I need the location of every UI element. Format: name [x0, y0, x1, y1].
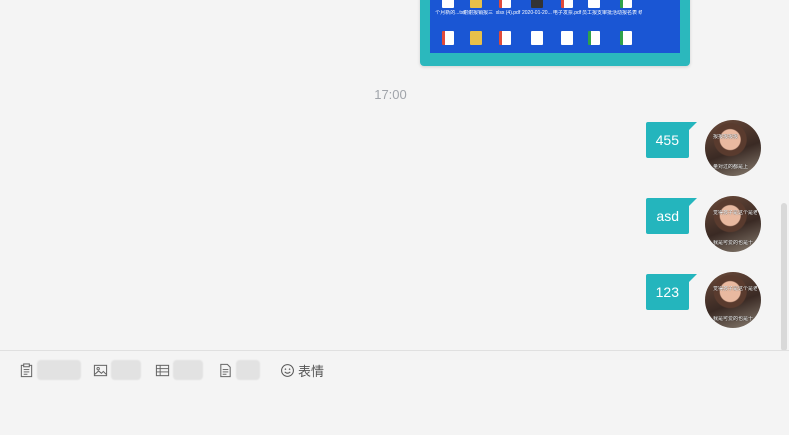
file-icon: [442, 0, 454, 8]
blurred-label: [37, 360, 81, 380]
chat-message-area[interactable]: 个月新的...txt 谢谢报销报三中 的汇报表... xlsx (4).pdf …: [0, 0, 789, 350]
document-tool-button[interactable]: [218, 360, 260, 380]
message-bubble[interactable]: 123: [645, 274, 698, 310]
table-icon: [155, 364, 170, 376]
avatar-caption: 我是可爱的也是十: [713, 240, 754, 246]
archive-icon: [470, 31, 482, 45]
screenshot-image-message[interactable]: 个月新的...txt 谢谢报销报三中 的汇报表... xlsx (4).pdf …: [420, 0, 690, 66]
avatar-caption: 觉得孩子是这个是老上: [713, 210, 757, 216]
blurred-label: [173, 360, 203, 380]
emoji-tool-button[interactable]: 表情: [280, 360, 324, 380]
spreadsheet-icon: [620, 31, 632, 45]
chat-scrollbar[interactable]: [781, 203, 787, 350]
table-tool-button[interactable]: [155, 360, 203, 380]
avatar[interactable]: 觉得孩子是这个是老上 我是可爱的也是十: [705, 196, 761, 252]
clipboard-tool-button[interactable]: [19, 360, 81, 380]
image-icon: [93, 364, 108, 376]
image-file-icon: [531, 31, 543, 45]
pdf-icon: [442, 31, 454, 45]
archive-icon: [470, 0, 482, 8]
spreadsheet-icon: [620, 0, 632, 8]
desktop-label: 谢谢报销报三中 的汇报表...: [463, 10, 493, 16]
avatar-caption: 报报报报报: [713, 134, 739, 140]
clipboard-icon: [20, 362, 33, 377]
avatar-caption: 我是可爱的也是十: [713, 316, 754, 322]
avatar-caption: 量对过的都是上: [713, 164, 749, 170]
pdf-icon: [561, 0, 573, 8]
desktop-label: 个月新的...txt: [435, 10, 465, 16]
message-row: 123 觉得孩子是这个是老上 我是可爱的也是十: [0, 272, 781, 332]
avatar-caption: 觉得孩子是这个是老上: [713, 286, 757, 292]
desktop-label: 电子发票.pdf: [552, 10, 582, 16]
smiley-icon: [281, 363, 294, 377]
input-toolbar: 表情: [0, 351, 789, 389]
message-row: 455 报报报报报 量对过的都是上: [0, 120, 781, 180]
file-icon: [588, 0, 600, 8]
emoji-label: 表情: [298, 363, 325, 379]
message-timestamp: 17:00: [374, 87, 407, 102]
message-bubble[interactable]: asd: [646, 198, 697, 234]
desktop-label: xlsx (4).pdf: [495, 10, 521, 16]
desktop-label: 员工报支审批 表-中州县...: [582, 10, 612, 16]
image-tool-button[interactable]: [93, 360, 141, 380]
document-icon: [220, 363, 231, 377]
avatar[interactable]: 报报报报报 量对过的都是上: [705, 120, 761, 176]
message-row: asd 觉得孩子是这个是老上 我是可爱的也是十: [0, 196, 781, 256]
blurred-label: [236, 360, 260, 380]
avatar[interactable]: 觉得孩子是这个是老上 我是可爱的也是十: [705, 272, 761, 328]
desktop-label: 活动报名表 统计表.xlsx: [612, 10, 642, 16]
pdf-icon: [499, 0, 511, 8]
message-input[interactable]: [0, 389, 789, 435]
message-bubble[interactable]: 455: [645, 122, 698, 158]
pdf-icon: [499, 31, 511, 45]
video-icon: [531, 0, 543, 8]
desktop-screenshot: 个月新的...txt 谢谢报销报三中 的汇报表... xlsx (4).pdf …: [430, 0, 680, 53]
file-icon: [561, 31, 573, 45]
desktop-label: 2020-01-20... .mp4: [522, 10, 552, 16]
blurred-label: [111, 360, 141, 380]
spreadsheet-icon: [588, 31, 600, 45]
